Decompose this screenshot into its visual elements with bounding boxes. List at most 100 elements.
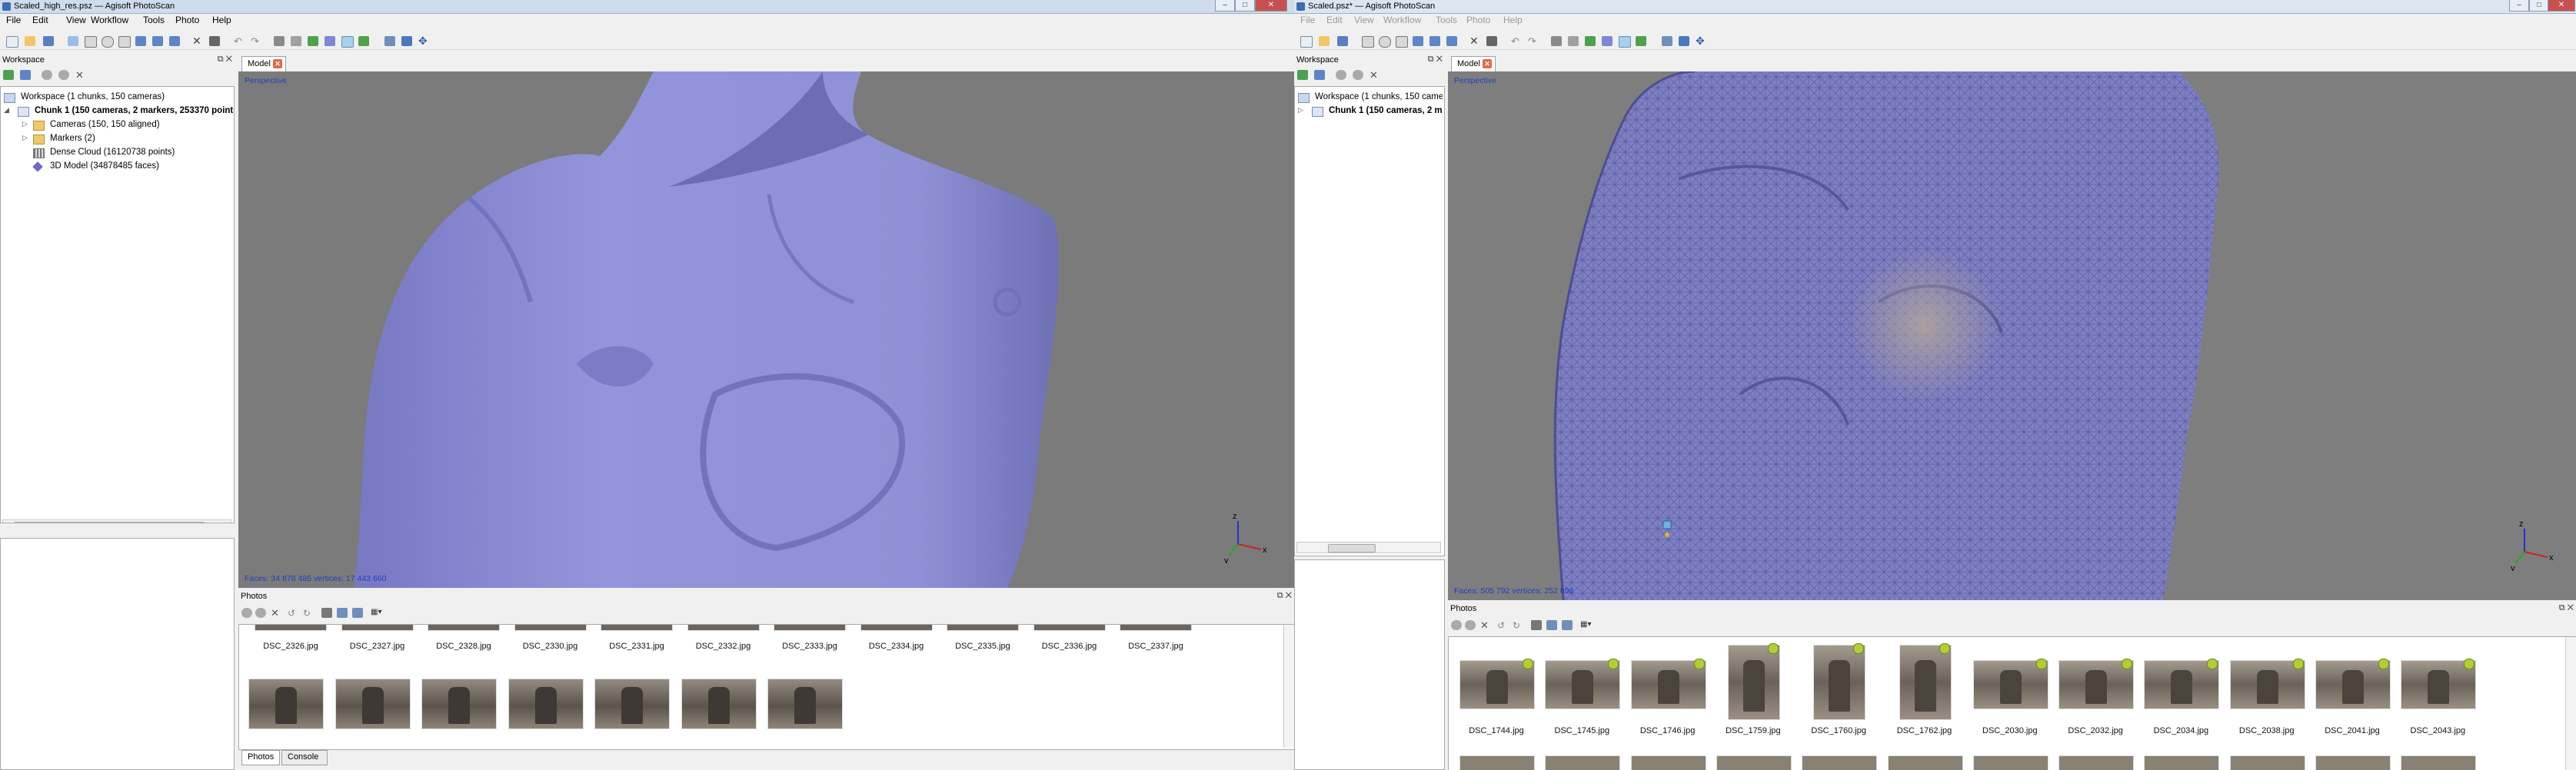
delete-selection-icon[interactable]: ✕ [192,35,203,46]
reset-view-icon[interactable]: ✥ [418,35,429,46]
photo-thumbnail[interactable] [508,679,584,729]
photo-thumbnail[interactable] [594,679,670,729]
rotate-left-icon[interactable]: ↺ [1497,620,1508,631]
model-wireframe-icon[interactable] [341,36,354,48]
menu-tools[interactable]: Tools [1436,15,1457,25]
model-viewport[interactable]: Perspective Faces: 34 878 485 vertices: … [238,71,1294,588]
close-tab-icon[interactable]: ✕ [1483,59,1492,68]
maximize-button[interactable]: □ [1235,0,1255,12]
maximize-button[interactable]: □ [2529,0,2549,12]
photo-thumbnail[interactable] [1802,755,1878,770]
photo-thumbnail[interactable] [1120,625,1192,631]
redo-icon[interactable]: ↷ [1528,36,1539,46]
rotate-region-icon[interactable] [1446,36,1457,46]
menu-photo[interactable]: Photo [1466,15,1490,25]
scrollbar-thumb[interactable] [14,522,205,523]
resize-region-icon[interactable] [152,36,163,46]
photo-thumbnail[interactable] [1033,625,1106,631]
model-textured-icon[interactable] [358,36,369,46]
move-region-icon[interactable] [135,36,146,46]
rect-select-icon[interactable] [1362,36,1374,48]
crop-selection-icon[interactable] [1486,36,1497,46]
menu-help[interactable]: Help [212,15,231,25]
tab-model[interactable]: Model ✕ [241,56,286,71]
details-view-icon[interactable] [337,608,348,618]
add-photos-icon[interactable] [20,70,31,80]
disable-icon[interactable] [58,70,69,80]
photo-thumbnail[interactable] [947,625,1019,631]
photo-thumbnail[interactable] [1459,755,1535,770]
expand-arrow-icon[interactable]: ▷ [1298,106,1306,115]
show-cameras-icon[interactable] [1662,36,1672,46]
move-region-icon[interactable] [1413,36,1423,46]
photos-vertical-scrollbar[interactable] [2565,637,2576,770]
free-select-icon[interactable] [1396,36,1408,48]
model-shaded-icon[interactable] [308,36,318,46]
menu-view[interactable]: View [1354,15,1374,25]
undo-icon[interactable]: ↶ [1511,36,1522,46]
redo-icon[interactable]: ↷ [251,36,261,46]
tab-photos[interactable]: Photos [241,750,280,765]
panel-float-close-icon[interactable]: ⧉ ✕ [1428,55,1443,65]
panel-float-close-icon[interactable]: ⧉ ✕ [218,55,232,65]
menu-file[interactable]: File [1300,15,1315,25]
tree-horizontal-scrollbar[interactable] [1296,542,1441,553]
photo-thumbnail[interactable] [2144,755,2220,770]
photo-thumbnail[interactable] [248,679,324,729]
menu-tools[interactable]: Tools [143,15,165,25]
enable-icon[interactable] [1336,70,1346,80]
masks-icon[interactable] [1531,620,1542,630]
resize-region-icon[interactable] [1429,36,1440,46]
dense-cloud-view-icon[interactable] [1568,36,1579,46]
tree-item-chunk[interactable]: ◢ Chunk 1 (150 cameras, 2 markers, 25337… [4,105,234,118]
tree-item-cameras[interactable]: ▷ Cameras (150, 150 aligned) [18,119,233,132]
new-project-icon[interactable] [6,36,18,48]
show-cameras-icon[interactable] [384,36,395,46]
view-mode-dropdown-icon[interactable]: ▦▾ [371,608,388,618]
icons-view-icon[interactable] [1562,620,1573,630]
photo-thumbnail[interactable] [255,625,327,631]
delete-selection-icon[interactable]: ✕ [1469,35,1480,46]
free-select-icon[interactable] [118,36,131,48]
remove-item-icon[interactable]: ✕ [1370,70,1380,80]
model-solid-icon[interactable] [1602,36,1612,46]
photo-thumbnail[interactable] [421,679,497,729]
photo-thumbnail[interactable] [2058,755,2135,770]
photo-thumbnail[interactable] [1716,755,1792,770]
add-photos-icon[interactable] [1314,70,1325,80]
menu-edit[interactable]: Edit [1326,15,1343,25]
photo-thumbnail[interactable] [774,625,846,631]
panel-float-close-icon[interactable]: ⧉ ✕ [1277,591,1292,601]
photo-thumbnail[interactable] [1972,755,2048,770]
point-cloud-icon[interactable] [274,36,285,46]
model-textured-icon[interactable] [1636,36,1646,46]
tree-item-workspace[interactable]: Workspace (1 chunks, 150 cameras) [1298,91,1443,105]
photo-thumbnail[interactable] [681,679,757,729]
rotate-right-icon[interactable]: ↻ [303,608,314,619]
enable-photos-icon[interactable] [1451,620,1462,630]
tree-item-3d-model[interactable]: 3D Model (34878485 faces) [18,161,233,174]
photo-thumbnail[interactable] [601,625,673,631]
enable-photos-icon[interactable] [241,608,252,618]
crop-selection-icon[interactable] [209,36,220,46]
circle-select-icon[interactable] [1379,36,1391,48]
menu-file[interactable]: File [6,15,21,25]
expand-arrow-icon[interactable]: ▷ [22,120,30,128]
new-project-icon[interactable] [1300,36,1313,48]
point-cloud-icon[interactable] [1551,36,1562,46]
icons-view-icon[interactable] [352,608,363,618]
masks-icon[interactable] [321,608,332,618]
photo-thumbnail[interactable] [2401,755,2477,770]
photo-thumbnail[interactable] [1727,645,1780,720]
disable-icon[interactable] [1353,70,1363,80]
tab-console[interactable]: Console [281,750,328,765]
photo-thumbnail[interactable] [1813,645,1866,720]
photo-thumbnail[interactable] [514,625,587,631]
photos-vertical-scrollbar[interactable] [1283,625,1294,748]
save-project-icon[interactable] [1337,36,1348,46]
marker-point-icon[interactable] [1665,533,1669,537]
photo-thumbnail[interactable] [1545,755,1621,770]
tree-item-dense-cloud[interactable]: Dense Cloud (16120738 points) [18,147,233,160]
remove-item-icon[interactable]: ✕ [75,70,86,80]
model-solid-icon[interactable] [324,36,335,46]
